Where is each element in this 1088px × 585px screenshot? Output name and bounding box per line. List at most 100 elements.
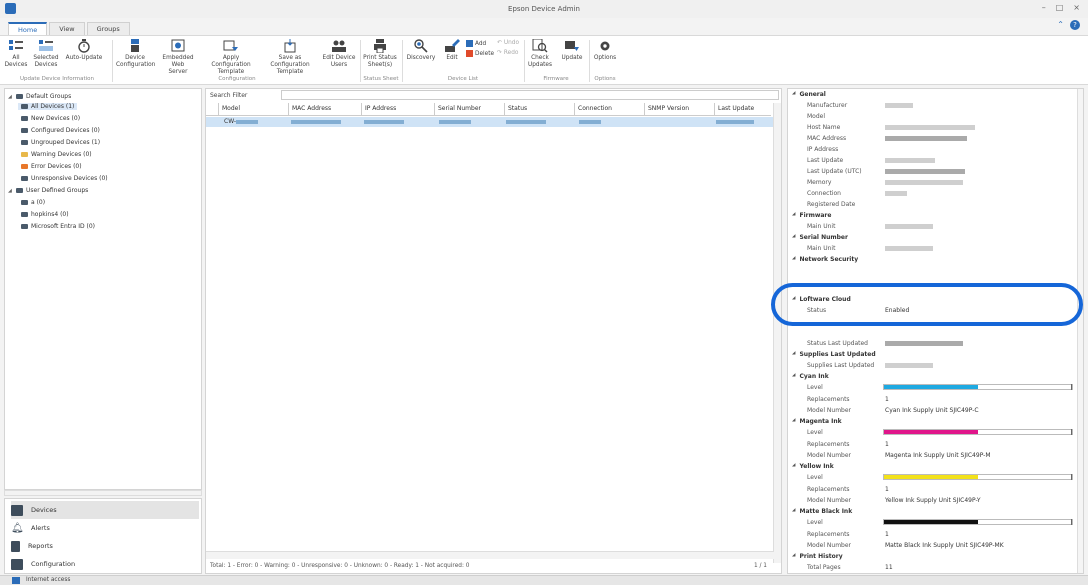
redo-button[interactable]: ↷ Redo bbox=[497, 50, 518, 56]
folder-icon bbox=[21, 200, 28, 205]
add-button[interactable]: Add bbox=[466, 40, 486, 47]
column-snmp-version[interactable]: SNMP Version bbox=[644, 103, 714, 116]
tree-new-devices[interactable]: New Devices (0) bbox=[21, 115, 80, 122]
selected-devices-button[interactable]: Selected Devices bbox=[30, 39, 62, 69]
tree-horizontal-scrollbar[interactable] bbox=[4, 490, 202, 496]
save-template-icon bbox=[282, 39, 298, 53]
prop-memory: Memory bbox=[807, 179, 832, 186]
nav-reports[interactable]: Reports bbox=[11, 537, 199, 555]
magenta-replacements-value: 1 bbox=[885, 441, 889, 448]
print-status-sheets-button[interactable]: Print Status Sheet(s) bbox=[362, 39, 398, 69]
tree-default-groups[interactable]: ◢ Default Groups bbox=[8, 93, 71, 100]
edit-button[interactable]: Edit bbox=[438, 39, 466, 62]
highlight-ring-annotation bbox=[771, 283, 1083, 326]
redo-icon: ↷ bbox=[497, 50, 502, 56]
tree-configured-devices[interactable]: Configured Devices (0) bbox=[21, 127, 100, 134]
title-bar: Epson Device Admin – □ × bbox=[0, 0, 1088, 18]
delete-button[interactable]: Delete bbox=[466, 50, 494, 57]
tree-error-devices[interactable]: Error Devices (0) bbox=[21, 163, 82, 170]
category-network-security[interactable]: ◢ Network Security bbox=[792, 256, 858, 263]
category-matte-black-ink[interactable]: ◢ Matte Black Ink bbox=[792, 508, 852, 515]
table-row[interactable]: CW- bbox=[206, 117, 781, 127]
prop-registered-date: Registered Date bbox=[807, 201, 856, 208]
cyan-replacements-value: 1 bbox=[885, 396, 889, 403]
edit-users-icon bbox=[331, 39, 347, 53]
tree-user-defined-groups[interactable]: ◢ User Defined Groups bbox=[8, 187, 88, 194]
auto-update-button[interactable]: Auto-Update bbox=[64, 39, 104, 62]
column-connection[interactable]: Connection bbox=[574, 103, 644, 116]
edit-icon bbox=[444, 39, 460, 53]
apply-configuration-template-button[interactable]: Apply Configuration Template bbox=[203, 39, 259, 76]
maximize-button[interactable]: □ bbox=[1056, 3, 1064, 12]
tree-ungrouped-devices[interactable]: Ungrouped Devices (1) bbox=[21, 139, 100, 146]
discovery-button[interactable]: Discovery bbox=[404, 39, 438, 62]
tree-group-a[interactable]: a (0) bbox=[21, 199, 45, 206]
category-print-history[interactable]: ◢ Print History bbox=[792, 553, 843, 560]
prop-black-model: Model Number bbox=[807, 542, 852, 549]
gear-icon bbox=[597, 39, 613, 53]
tree-unresponsive-devices[interactable]: Unresponsive Devices (0) bbox=[21, 175, 108, 182]
column-model[interactable]: Model bbox=[218, 103, 288, 116]
collapse-ribbon-icon[interactable]: ⌃ bbox=[1057, 20, 1064, 30]
total-pages-value: 11 bbox=[885, 564, 893, 571]
yellow-replacements-value: 1 bbox=[885, 486, 889, 493]
embedded-web-server-button[interactable]: Embedded Web Server bbox=[156, 39, 200, 76]
nav-devices[interactable]: Devices bbox=[11, 501, 199, 519]
all-devices-icon bbox=[8, 39, 24, 53]
magenta-model-value: Magenta Ink Supply Unit SJIC49P-M bbox=[885, 452, 991, 459]
tree-warning-devices[interactable]: Warning Devices (0) bbox=[21, 151, 92, 158]
undo-button[interactable]: ↶ Undo bbox=[497, 40, 519, 46]
close-button[interactable]: × bbox=[1073, 3, 1080, 12]
group-label-device-list: Device List bbox=[447, 76, 479, 82]
search-filter-input[interactable] bbox=[281, 90, 779, 100]
edit-device-users-button[interactable]: Edit Device Users bbox=[320, 39, 358, 69]
nav-configuration[interactable]: Configuration bbox=[11, 555, 199, 573]
category-magenta-ink[interactable]: ◢ Magenta Ink bbox=[792, 418, 842, 425]
grid-horizontal-scrollbar[interactable] bbox=[206, 551, 774, 559]
save-configuration-template-button[interactable]: Save as Configuration Template bbox=[262, 39, 318, 76]
prop-mac-address: MAC Address bbox=[807, 135, 847, 142]
category-cyan-ink[interactable]: ◢ Cyan Ink bbox=[792, 373, 829, 380]
all-devices-button[interactable]: All Devices bbox=[2, 39, 30, 69]
magenta-level-bar bbox=[883, 429, 1073, 435]
tree-group-hopkins4[interactable]: hopkins4 (0) bbox=[21, 211, 69, 218]
tree-all-devices[interactable]: All Devices (1) bbox=[18, 103, 78, 110]
expand-icon[interactable]: ◢ bbox=[8, 188, 13, 194]
column-mac-address[interactable]: MAC Address bbox=[288, 103, 361, 116]
category-yellow-ink[interactable]: ◢ Yellow Ink bbox=[792, 463, 834, 470]
device-configuration-button[interactable]: Device Configuration bbox=[116, 39, 155, 69]
magenta-level-fill bbox=[884, 430, 978, 434]
prop-yellow-model: Model Number bbox=[807, 497, 852, 504]
category-firmware[interactable]: ◢ Firmware bbox=[792, 212, 831, 219]
device-configuration-icon bbox=[127, 39, 143, 53]
help-icon[interactable]: ? bbox=[1070, 20, 1080, 30]
check-updates-button[interactable]: Check Updates bbox=[524, 38, 556, 69]
prop-black-level: Level bbox=[807, 519, 823, 526]
prop-magenta-replacements: Replacements bbox=[807, 441, 850, 448]
prop-last-update: Last Update bbox=[807, 157, 844, 164]
tab-groups[interactable]: Groups bbox=[86, 22, 130, 35]
properties-vertical-scrollbar[interactable] bbox=[1077, 89, 1083, 573]
prop-yellow-replacements: Replacements bbox=[807, 486, 850, 493]
column-serial-number[interactable]: Serial Number bbox=[434, 103, 504, 116]
folder-icon bbox=[21, 128, 28, 133]
category-serial-number[interactable]: ◢ Serial Number bbox=[792, 234, 848, 241]
category-supplies-last-updated[interactable]: ◢ Supplies Last Updated bbox=[792, 351, 876, 358]
tab-view[interactable]: View bbox=[49, 22, 85, 35]
tab-home[interactable]: Home bbox=[8, 22, 48, 35]
expand-icon[interactable]: ◢ bbox=[8, 94, 13, 100]
column-status[interactable]: Status bbox=[504, 103, 574, 116]
tree-group-microsoft-entra[interactable]: Microsoft Entra ID (0) bbox=[21, 223, 95, 230]
options-button[interactable]: Options bbox=[590, 39, 620, 62]
status-bar: Internet access bbox=[0, 575, 1088, 585]
column-last-update[interactable]: Last Update bbox=[714, 103, 771, 116]
update-button[interactable]: Update bbox=[557, 39, 587, 62]
group-label-firmware: Firmware bbox=[543, 76, 569, 82]
prop-black-replacements: Replacements bbox=[807, 531, 850, 538]
column-ip-address[interactable]: IP Address bbox=[361, 103, 434, 116]
grid-vertical-scrollbar[interactable] bbox=[773, 103, 781, 563]
nav-alerts[interactable]: 🔔︎ Alerts bbox=[11, 519, 199, 537]
minimize-button[interactable]: – bbox=[1042, 3, 1046, 12]
category-general[interactable]: ◢ General bbox=[792, 91, 826, 98]
yellow-model-value: Yellow Ink Supply Unit SJIC49P-Y bbox=[885, 497, 981, 504]
